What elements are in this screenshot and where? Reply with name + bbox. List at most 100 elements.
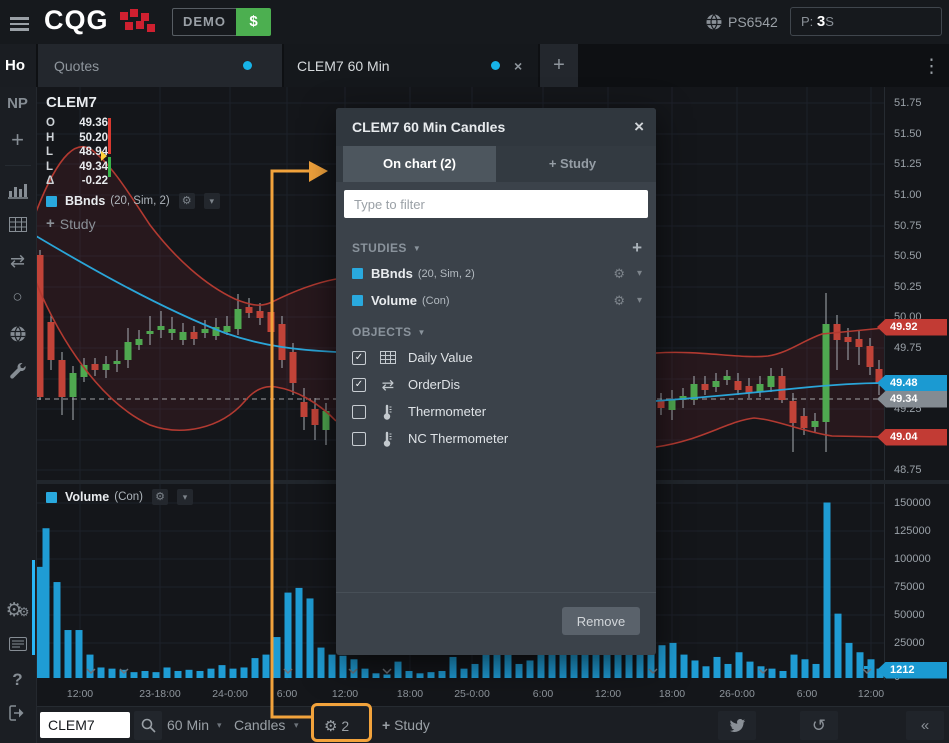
tab-quotes[interactable]: Quotes (38, 44, 282, 87)
tab-chart-clem7[interactable]: CLEM7 60 Min × (284, 44, 538, 87)
kebab-menu-icon[interactable]: ⋮ (922, 55, 941, 78)
candle-body (136, 339, 143, 345)
toolbar-add-study[interactable]: + Study (382, 717, 430, 733)
remove-button[interactable]: Remove (562, 607, 640, 635)
refresh-icon: ↺ (812, 716, 826, 735)
caret-down-icon[interactable]: ▾ (637, 268, 642, 279)
dialog-header[interactable]: CLEM7 60 Min Candles × (336, 108, 656, 146)
sidebar-wrench-icon[interactable] (0, 361, 35, 384)
sidebar-item-np[interactable]: NP (0, 95, 35, 112)
volume-bar (219, 665, 226, 678)
object-row[interactable]: Thermometer (336, 398, 656, 425)
volume-bar (648, 655, 655, 678)
caret-down-icon: ▾ (294, 720, 299, 731)
volume-bar (428, 672, 435, 678)
object-row[interactable]: NC Thermometer (336, 425, 656, 452)
gear-icon[interactable]: ⚙ (179, 193, 195, 209)
caret-down-icon[interactable]: ▾ (204, 193, 220, 209)
sidebar-globe-icon[interactable] (0, 325, 35, 348)
add-study-link[interactable]: + Study (46, 215, 96, 232)
sidebar-circle-icon[interactable]: ○ (0, 287, 35, 307)
sidebar-table-icon[interactable] (0, 217, 35, 237)
checkbox[interactable]: ✓ (352, 351, 366, 365)
sidebar-list-icon[interactable] (0, 637, 35, 656)
refresh-button[interactable]: ↺ (800, 711, 838, 740)
volume-legend[interactable]: Volume (Con) ⚙ ▾ (46, 489, 193, 505)
hamburger-menu-icon[interactable] (10, 14, 29, 34)
volume-bar (296, 588, 303, 678)
chart-symbol-title: CLEM7 (46, 94, 97, 111)
table-icon (9, 217, 27, 232)
object-row[interactable]: ✓ ⇄ OrderDis (336, 371, 656, 398)
object-label: OrderDis (408, 377, 460, 392)
collapse-button[interactable]: « (906, 711, 944, 740)
candle-body (876, 369, 883, 384)
dialog-footer: Remove (336, 592, 656, 655)
volume-bar (329, 655, 336, 678)
volume-bar (439, 671, 446, 678)
new-tab-button[interactable]: + (540, 44, 578, 87)
tab-on-chart[interactable]: On chart (2) (343, 146, 496, 182)
ohlc-key: O (46, 116, 60, 131)
double-chevron-left-icon: « (921, 717, 929, 734)
plus-icon: + (382, 717, 390, 733)
search-button[interactable] (134, 711, 162, 740)
sidebar-logout-icon[interactable] (0, 705, 35, 726)
caret-down-icon[interactable]: ▾ (637, 295, 642, 306)
volume-bar (263, 655, 270, 678)
volume-bar (813, 664, 820, 678)
checkbox[interactable] (352, 405, 366, 419)
sidebar-divider (5, 165, 31, 166)
ohlc-value: -0.22 (60, 174, 108, 189)
twitter-share-button[interactable] (718, 711, 756, 740)
symbol-input[interactable] (40, 712, 130, 738)
logo-square (141, 13, 149, 21)
tab-home[interactable]: Ho (0, 44, 36, 87)
gear-icon[interactable]: ⚙ (152, 489, 168, 505)
volume-bar (417, 673, 424, 678)
sidebar-chart-icon[interactable] (0, 181, 35, 204)
sidebar-orders-icon[interactable]: ⇄ (0, 251, 35, 272)
filter-input[interactable] (344, 190, 648, 218)
study-params: (20, Sim, 2) (418, 268, 475, 280)
sidebar-settings-icon[interactable]: ⚙⚙ (0, 599, 35, 622)
study-row[interactable]: BBnds (20, Sim, 2) ⚙ ▾ (336, 260, 656, 287)
checkbox[interactable] (352, 432, 366, 446)
tab-add-study[interactable]: + Study (496, 146, 649, 182)
sidebar-scroll-indicator[interactable] (32, 560, 35, 655)
tab-close-icon[interactable]: × (514, 58, 522, 74)
volume-bar (582, 652, 589, 678)
tab-bar: Ho Quotes CLEM7 60 Min × + ⋮ (0, 44, 949, 87)
close-icon[interactable]: × (634, 117, 644, 137)
gear-icon[interactable]: ⚙ (613, 266, 625, 282)
candle-body (169, 329, 176, 333)
checkbox[interactable]: ✓ (352, 378, 366, 392)
volume-bar (703, 666, 710, 678)
studies-section-header[interactable]: STUDIES ▼ + (336, 236, 656, 260)
ohlc-row: L48.94 (46, 145, 108, 160)
candle-body (257, 311, 264, 318)
study-row[interactable]: Volume (Con) ⚙ ▾ (336, 287, 656, 314)
demo-button[interactable]: DEMO (172, 8, 236, 36)
funding-button[interactable]: $ (236, 8, 271, 36)
object-row[interactable]: ✓ Daily Value (336, 344, 656, 371)
objects-section-header[interactable]: OBJECTS ▼ (336, 320, 656, 344)
thermometer-icon (378, 404, 398, 420)
sidebar-help-icon[interactable]: ? (0, 670, 35, 690)
candle-body (867, 346, 874, 367)
cqg-logo-mark (120, 9, 156, 35)
position-box[interactable]: P: 3S (790, 7, 942, 36)
add-study-icon[interactable]: + (632, 238, 642, 258)
volume-bar (846, 643, 853, 678)
bbands-legend[interactable]: BBnds (20, Sim, 2) ⚙ ▾ (46, 193, 220, 209)
caret-down-icon[interactable]: ▾ (177, 489, 193, 505)
volume-bar (76, 630, 83, 678)
ohlc-value: 50.20 (60, 131, 108, 146)
chart-type-dropdown[interactable]: Candles (234, 717, 285, 733)
ohlc-row: Δ-0.22 (46, 174, 108, 189)
volume-bar (780, 671, 787, 678)
gear-icon[interactable]: ⚙ (613, 293, 625, 309)
sidebar-add-button[interactable]: + (0, 127, 35, 153)
interval-dropdown[interactable]: 60 Min (167, 717, 209, 733)
study-params: (Con) (114, 491, 143, 503)
